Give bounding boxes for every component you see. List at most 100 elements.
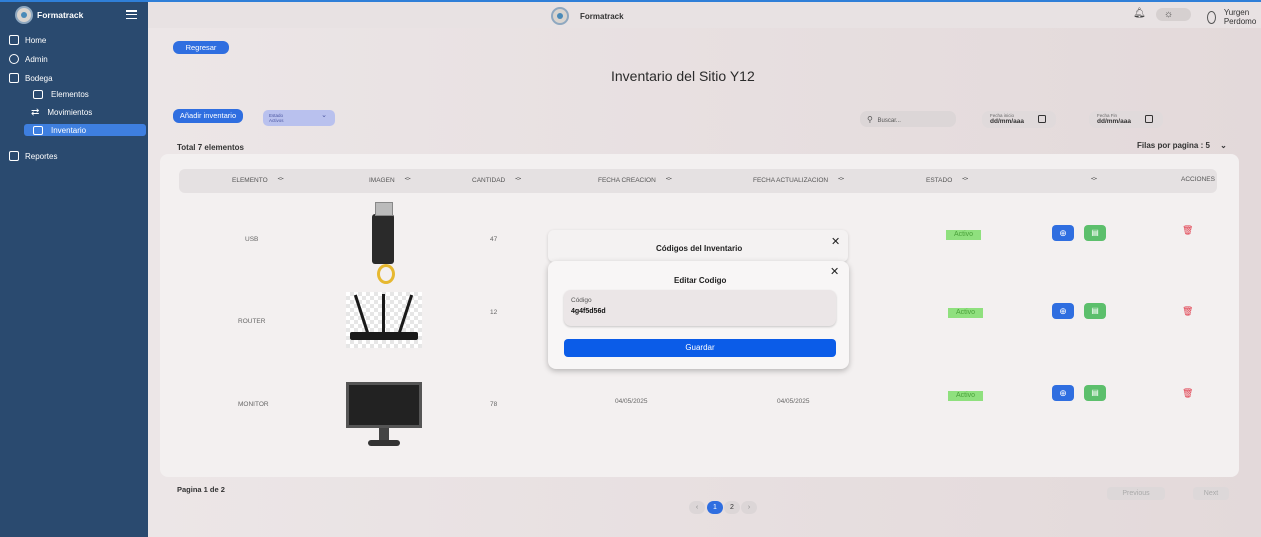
code-field[interactable]: Código 4g4f5d56d <box>564 290 836 326</box>
document-button[interactable]: ▤ <box>1084 303 1106 319</box>
end-date-value: dd/mm/aaa <box>1097 118 1131 125</box>
add-code-button[interactable]: ⊕ <box>1052 303 1074 319</box>
cell-cantidad: 78 <box>490 401 498 408</box>
add-inventory-button[interactable]: Añadir inventario <box>173 109 243 123</box>
previous-button[interactable]: Previous <box>1107 487 1165 500</box>
sidebar-brand: Formatrack <box>15 6 83 24</box>
sort-icon[interactable]: ︿ ﹀ <box>515 175 521 185</box>
document-button[interactable]: ▤ <box>1084 385 1106 401</box>
sidebar-brand-label: Formatrack <box>37 10 84 20</box>
cell-elemento: ROUTER <box>238 318 266 325</box>
page-2-button[interactable]: 2 <box>724 501 740 514</box>
sidebar-item-label: Inventario <box>51 126 87 135</box>
next-button[interactable]: Next <box>1193 487 1229 500</box>
trash-icon[interactable]: 🗑︎ <box>1182 225 1193 236</box>
theme-toggle[interactable]: ☼ <box>1156 8 1191 21</box>
sort-icon[interactable]: ︿ ﹀ <box>962 175 968 185</box>
user-name: Yurgen Perdomo <box>1223 8 1257 26</box>
close-icon[interactable]: ✕ <box>831 235 840 248</box>
trash-icon[interactable]: 🗑︎ <box>1182 388 1193 399</box>
next-page-arrow[interactable]: › <box>741 501 757 514</box>
column-header-cantidad[interactable]: CANTIDAD ︿ ﹀ <box>472 175 521 185</box>
cell-cantidad: 47 <box>490 236 498 243</box>
inventory-icon <box>33 126 43 135</box>
cell-elemento: USB <box>245 236 259 243</box>
logo-icon <box>551 7 569 25</box>
chevron-down-icon: ⌄ <box>1220 141 1227 150</box>
sidebar-item-admin[interactable]: Admin <box>9 54 48 64</box>
cell-fecha-creacion: 04/05/2025 <box>615 398 648 405</box>
status-badge: Activo <box>948 391 983 401</box>
start-date-value: dd/mm/aaa <box>990 118 1024 125</box>
top-header: Formatrack 🔔︎ ☼ Yurgen Perdomo <box>148 2 1261 28</box>
cell-fecha-actualizacion: 04/05/2025 <box>777 398 810 405</box>
search-input[interactable]: ⚲ Buscar... <box>860 111 956 127</box>
code-field-label: Código <box>571 297 592 304</box>
page-title: Inventario del Sitio Y12 <box>611 68 755 84</box>
sidebar-item-home[interactable]: Home <box>9 35 46 45</box>
sort-icon[interactable]: ︿ ﹀ <box>278 175 284 185</box>
trash-icon[interactable]: 🗑︎ <box>1182 306 1193 317</box>
logo-icon <box>15 6 33 24</box>
prev-page-arrow[interactable]: ‹ <box>689 501 705 514</box>
add-code-button[interactable]: ⊕ <box>1052 385 1074 401</box>
status-select-value: Activos <box>269 118 284 123</box>
column-header-fecha-actualizacion[interactable]: FECHA ACTUALIZACION ︿ ﹀ <box>753 175 844 185</box>
rows-per-page-select[interactable]: Filas por pagina : 5 ⌄ <box>1137 141 1227 150</box>
sidebar-item-label: Admin <box>25 54 48 64</box>
chevron-down-icon: ⌄ <box>321 112 327 119</box>
sidebar-item-label: Home <box>25 35 47 45</box>
user-menu[interactable]: Yurgen Perdomo <box>1207 8 1261 26</box>
sort-icon[interactable]: ︿ ﹀ <box>405 175 411 185</box>
cell-elemento: MONITOR <box>238 401 269 408</box>
search-placeholder: Buscar... <box>877 118 901 124</box>
column-header-estado[interactable]: ESTADO ︿ ﹀ <box>926 175 968 185</box>
column-header-unnamed[interactable]: ︿ ﹀ <box>1081 175 1097 185</box>
search-icon: ⚲ <box>867 115 873 124</box>
sidebar-item-movimientos[interactable]: ⇄ Movimientos <box>31 108 93 118</box>
status-select[interactable]: Estado Activos ⌄ <box>263 110 335 126</box>
home-icon <box>9 35 19 45</box>
user-avatar-icon <box>1207 10 1216 24</box>
column-header-elemento[interactable]: ELEMENTO ︿ ﹀ <box>232 175 284 185</box>
header-brand-label: Formatrack <box>580 11 624 21</box>
calendar-icon[interactable] <box>1145 115 1153 123</box>
calendar-icon[interactable] <box>1038 115 1046 123</box>
router-image <box>346 292 422 348</box>
sidebar-item-label: Bodega <box>25 73 53 83</box>
column-header-acciones: ACCIONES <box>1181 176 1215 183</box>
end-date-field[interactable]: Fecha Fin dd/mm/aaa <box>1089 111 1163 128</box>
cell-cantidad: 12 <box>490 309 498 316</box>
menu-toggle-icon[interactable] <box>126 10 137 19</box>
total-count: Total 7 elementos <box>177 143 244 152</box>
user-icon <box>9 54 19 64</box>
sun-icon: ☼ <box>1164 9 1174 20</box>
back-button[interactable]: Regresar <box>173 41 229 54</box>
pagination-info: Pagina 1 de 2 <box>177 485 225 494</box>
code-field-value[interactable]: 4g4f5d56d <box>571 308 821 315</box>
monitor-image <box>346 382 422 450</box>
table-header: ELEMENTO ︿ ﹀ IMAGEN ︿ ﹀ CANTIDAD ︿ ﹀ FECHA CRE… <box>179 169 1217 193</box>
sidebar-item-label: Elementos <box>51 90 89 99</box>
sidebar-item-label: Reportes <box>25 151 58 161</box>
close-icon[interactable]: ✕ <box>830 265 839 278</box>
document-button[interactable]: ▤ <box>1084 225 1106 241</box>
start-date-field[interactable]: Fecha inicio dd/mm/aaa <box>982 111 1056 128</box>
page-1-button[interactable]: 1 <box>707 501 723 514</box>
add-code-button[interactable]: ⊕ <box>1052 225 1074 241</box>
sidebar-item-elementos[interactable]: Elementos <box>33 90 89 99</box>
column-header-fecha-creacion[interactable]: FECHA CREACION ︿ ﹀ <box>598 175 672 185</box>
sort-icon[interactable]: ︿ ﹀ <box>1091 175 1097 185</box>
sort-icon[interactable]: ︿ ﹀ <box>666 175 672 185</box>
save-button[interactable]: Guardar <box>564 339 836 357</box>
column-header-imagen[interactable]: IMAGEN ︿ ﹀ <box>369 175 411 185</box>
edit-code-title: Editar Codigo <box>674 276 727 285</box>
warehouse-icon <box>9 73 19 83</box>
sidebar-item-reportes[interactable]: Reportes <box>9 151 57 161</box>
sidebar-item-label: Movimientos <box>47 108 93 117</box>
bell-icon[interactable]: 🔔︎ <box>1133 8 1146 19</box>
sidebar-item-bodega[interactable]: Bodega <box>9 73 53 83</box>
rows-per-page-label: Filas por pagina : 5 <box>1137 141 1210 150</box>
sidebar-item-inventario[interactable]: Inventario <box>33 126 86 135</box>
sort-icon[interactable]: ︿ ﹀ <box>838 175 844 185</box>
